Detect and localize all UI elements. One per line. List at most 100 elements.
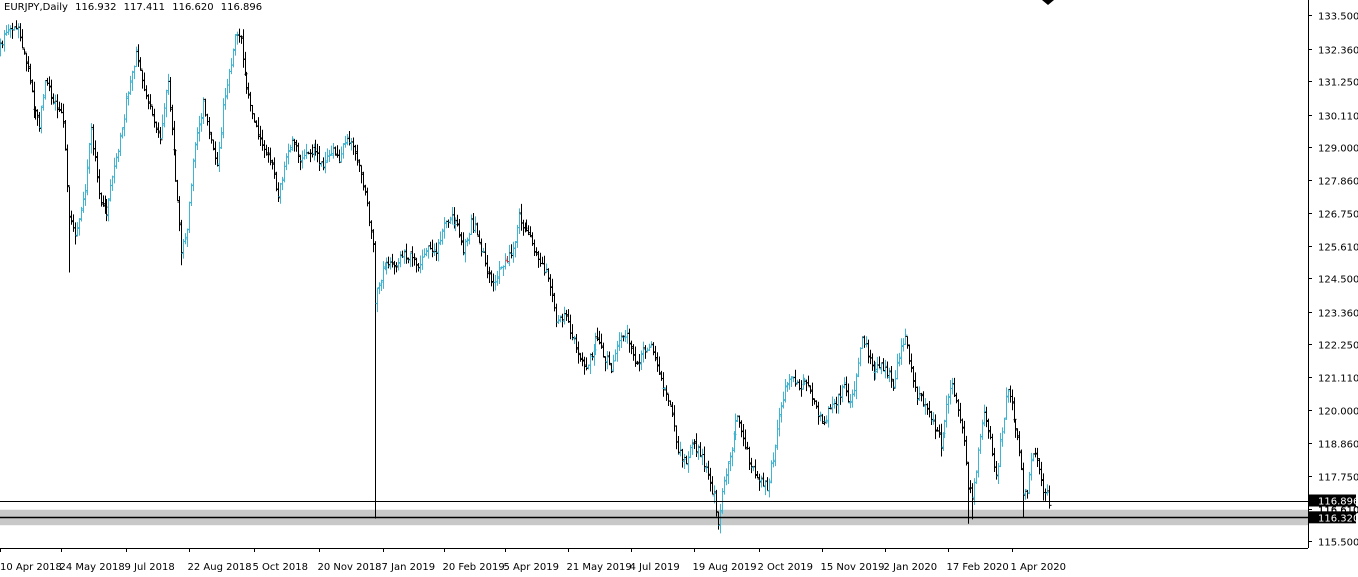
ohlc-bar bbox=[398, 251, 403, 268]
ohlc-bar bbox=[588, 353, 593, 374]
ohlc-bar bbox=[55, 94, 60, 119]
y-tick-label: 133.500 bbox=[1318, 12, 1358, 23]
ohlc-bar bbox=[645, 347, 650, 352]
ohlc-bar bbox=[860, 336, 865, 349]
ohlc-bar bbox=[700, 448, 705, 466]
ohlc-bar bbox=[497, 260, 502, 285]
ohlc-bar bbox=[61, 103, 66, 128]
ohlc-bar bbox=[931, 412, 936, 425]
ohlc-bar bbox=[359, 165, 364, 184]
ohlc-bar bbox=[317, 145, 322, 171]
ohlc-bar bbox=[213, 141, 218, 165]
ohlc-bar bbox=[252, 113, 257, 123]
ohlc-bar bbox=[345, 133, 350, 146]
ohlc-bar bbox=[195, 127, 200, 151]
ohlc-bar bbox=[101, 195, 106, 207]
ohlc-bar bbox=[726, 461, 731, 484]
ohlc-bar bbox=[629, 340, 634, 355]
y-tick-label: 125.610 bbox=[1318, 243, 1358, 254]
ohlc-bar bbox=[976, 447, 981, 478]
ohlc-bar bbox=[929, 410, 934, 426]
ohlc-bar bbox=[227, 68, 232, 94]
ohlc-bar bbox=[749, 457, 754, 474]
scroll-marker[interactable] bbox=[1042, 0, 1054, 5]
ohlc-bar bbox=[93, 140, 98, 162]
ohlc-bar bbox=[136, 44, 141, 67]
ohlc-bar bbox=[231, 48, 236, 68]
ohlc-bar bbox=[621, 335, 626, 342]
ohlc-bar bbox=[284, 153, 289, 171]
ohlc-bar bbox=[710, 476, 715, 495]
ohlc-bar bbox=[607, 351, 612, 366]
ohlc-bar bbox=[292, 139, 297, 152]
price-chart[interactable]: 133.500 132.360 131.250 130.110 129.000 127.8… bbox=[0, 0, 1358, 577]
ohlc-bar bbox=[75, 222, 80, 237]
ohlc-bar bbox=[844, 376, 849, 397]
x-tick-label: 2 Oct 2019 bbox=[758, 562, 813, 573]
ohlc-bar bbox=[28, 63, 33, 85]
ohlc-bar bbox=[737, 415, 742, 428]
ohlc-bar bbox=[625, 324, 630, 344]
ohlc-bar bbox=[381, 261, 386, 289]
ohlc-bar bbox=[144, 85, 149, 100]
ohlc-bar bbox=[507, 244, 512, 267]
chart-shift-marker-icon[interactable] bbox=[1042, 0, 1054, 5]
ohlc-bar bbox=[1012, 397, 1017, 423]
ohlc-bar bbox=[158, 126, 163, 145]
ohlc-bar bbox=[615, 340, 620, 362]
ohlc-bar bbox=[854, 373, 859, 400]
ohlc-bar bbox=[933, 414, 938, 440]
ohlc-bar bbox=[386, 256, 391, 269]
ohlc-bar bbox=[799, 380, 804, 397]
ohlc-bar bbox=[670, 401, 675, 417]
ohlc-bar bbox=[968, 480, 973, 494]
ohlc-bar bbox=[672, 405, 677, 432]
ohlc-bar bbox=[893, 370, 898, 389]
ohlc-bar bbox=[962, 420, 967, 446]
ohlc-bar bbox=[396, 258, 401, 271]
ohlc-bar bbox=[980, 419, 985, 440]
ohlc-bar bbox=[828, 404, 833, 410]
ohlc-bar bbox=[1035, 447, 1040, 467]
ohlc-bar bbox=[290, 136, 295, 151]
ohlc-bar bbox=[992, 447, 997, 472]
ohlc-bar bbox=[296, 142, 301, 163]
ohlc-bar bbox=[633, 346, 638, 367]
ohlc-bar bbox=[353, 144, 358, 161]
ohlc-bar bbox=[708, 467, 713, 492]
ohlc-bar bbox=[471, 213, 476, 234]
ohlc-bar bbox=[495, 270, 500, 286]
ohlc-bar bbox=[730, 447, 735, 467]
ohlc-bar bbox=[53, 94, 58, 111]
ohlc-bar bbox=[369, 220, 374, 240]
ohlc-bar bbox=[643, 345, 648, 359]
ohlc-bar bbox=[779, 402, 784, 423]
ohlc-bar bbox=[601, 342, 606, 358]
ohlc-bar bbox=[787, 373, 792, 390]
ohlc-bar bbox=[371, 229, 376, 253]
x-tick-label: 4 Jul 2019 bbox=[630, 562, 680, 573]
ohlc-bar bbox=[911, 366, 916, 388]
ohlc-bar bbox=[666, 393, 671, 406]
ohlc-bar bbox=[509, 244, 514, 259]
ohlc-bar bbox=[179, 219, 184, 266]
ohlc-bar bbox=[978, 433, 983, 454]
ohlc-bar bbox=[511, 241, 516, 263]
ohlc-bar bbox=[883, 359, 888, 379]
ohlc-bar bbox=[408, 252, 413, 268]
ohlc-bar bbox=[866, 339, 871, 364]
ohlc-bar bbox=[923, 398, 928, 415]
ohlc-bar bbox=[20, 29, 25, 49]
ohlc-bar bbox=[8, 25, 13, 38]
ohlc-bar bbox=[820, 414, 825, 424]
ohlc-bar bbox=[582, 356, 587, 375]
ohlc-bar bbox=[1033, 447, 1038, 458]
ohlc-bar bbox=[635, 360, 640, 365]
ohlc-bar bbox=[49, 79, 54, 105]
y-tick-label: 117.750 bbox=[1318, 473, 1358, 484]
ohlc-bar bbox=[554, 303, 559, 328]
ohlc-bar bbox=[939, 423, 944, 457]
ohlc-bar bbox=[278, 182, 283, 204]
ohlc-bar bbox=[627, 328, 632, 353]
ohlc-bar bbox=[668, 400, 673, 406]
